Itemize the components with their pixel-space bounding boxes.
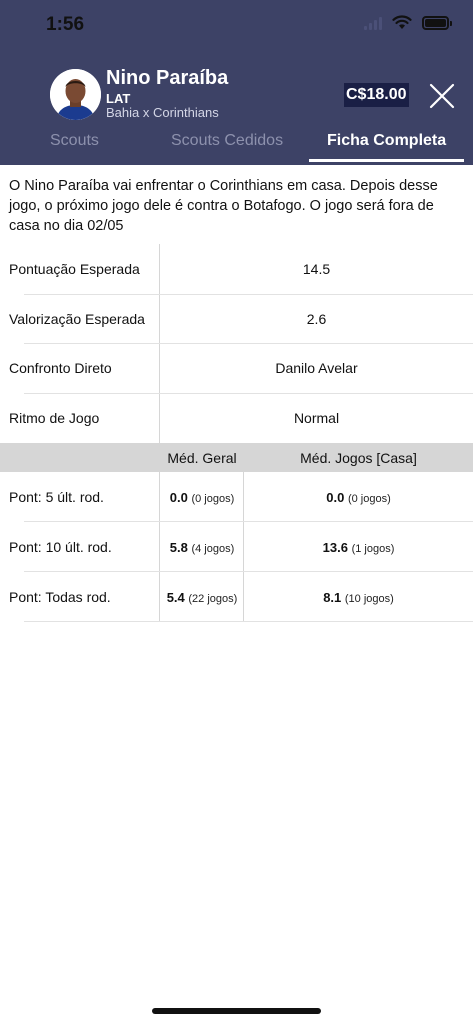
player-header: 1:56 Nino Paraíba LAT Bahia x Corinthian… [0,0,473,165]
average-geral-cell: 0.0 (0 jogos) [160,490,244,505]
average-casa-value: 13.6 [322,540,348,555]
battery-icon [422,15,452,30]
player-name: Nino Paraíba [106,67,229,89]
average-label: Pont: 5 últ. rod. [9,489,104,505]
info-value: 2.6 [306,311,327,327]
info-label: Ritmo de Jogo [9,410,100,426]
row-divider [24,571,473,572]
info-label: Valorização Esperada [9,311,145,327]
price-badge: C$18.00 [344,83,409,107]
average-label: Pont: Todas rod. [9,589,111,605]
average-geral-games: (22 jogos) [188,593,238,605]
status-time: 1:56 [46,14,85,35]
wifi-icon [392,15,412,29]
average-geral-games: (4 jogos) [191,543,235,555]
row-divider [24,621,473,622]
average-casa-cell: 8.1 (10 jogos) [244,590,473,605]
average-geral-value: 5.8 [169,540,188,555]
info-label: Pontuação Esperada [9,261,140,277]
average-geral-value: 5.4 [166,590,185,605]
info-row: Valorização Esperada 2.6 [0,295,473,345]
matchup-description: O Nino Paraíba vai enfrentar o Corinthia… [9,178,438,234]
tab-ficha-completa[interactable]: Ficha Completa [327,132,446,150]
average-casa-cell: 0.0 (0 jogos) [244,490,473,505]
signal-icon [364,16,382,30]
average-casa-games: (1 jogos) [351,543,395,555]
info-label: Confronto Direto [9,360,112,376]
row-divider [24,521,473,522]
status-icons [364,15,452,30]
average-geral-cell: 5.8 (4 jogos) [160,540,244,555]
close-button[interactable] [426,80,458,112]
info-row: Pontuação Esperada 14.5 [0,245,473,295]
average-label: Pont: 10 últ. rod. [9,539,112,555]
player-position: LAT [106,91,131,106]
info-value: Normal [293,410,340,426]
average-casa-cell: 13.6 (1 jogos) [244,540,473,555]
average-casa-games: (10 jogos) [344,593,394,605]
close-icon [429,83,455,109]
average-casa-games: (0 jogos) [347,493,391,505]
player-match: Bahia x Corinthians [106,105,219,120]
col-header-casa: Méd. Jogos [Casa] [300,450,417,466]
average-casa-value: 8.1 [323,590,342,605]
active-tab-indicator [309,159,464,162]
info-row: Confronto Direto Danilo Avelar [0,344,473,394]
tab-scouts-cedidos[interactable]: Scouts Cedidos [171,132,283,150]
home-indicator[interactable] [152,1008,321,1014]
info-value: Danilo Avelar [275,360,358,376]
average-geral-cell: 5.4 (22 jogos) [160,590,244,605]
average-casa-value: 0.0 [326,490,345,505]
tab-scouts[interactable]: Scouts [50,132,99,150]
info-value: 14.5 [302,261,331,277]
info-row: Ritmo de Jogo Normal [0,394,473,444]
col-header-geral: Méd. Geral [167,450,237,466]
average-geral-games: (0 jogos) [191,493,235,505]
player-avatar [50,69,101,120]
average-geral-value: 0.0 [169,490,188,505]
